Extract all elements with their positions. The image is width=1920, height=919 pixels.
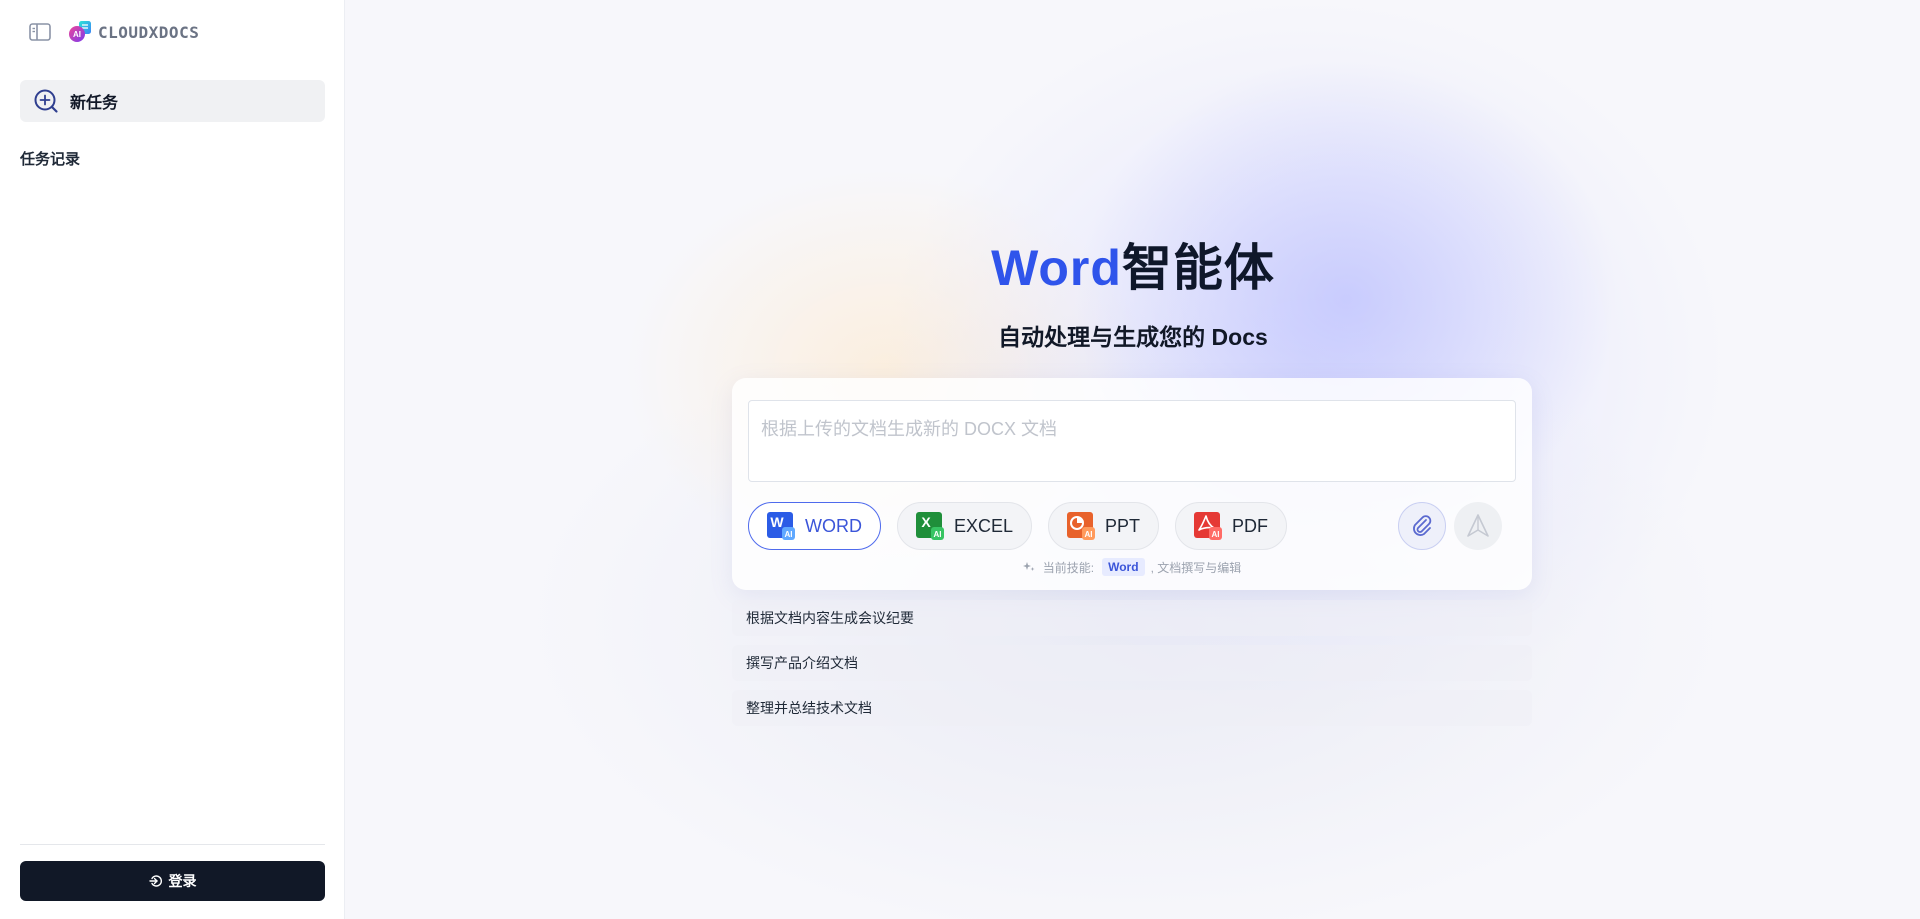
skill-pdf-button[interactable]: AI PDF — [1175, 502, 1288, 550]
suggestion-item[interactable]: 撰写产品介绍文档 — [732, 645, 1532, 681]
logo-mark-icon: AI — [69, 21, 91, 42]
send-button[interactable] — [1454, 502, 1502, 550]
login-button[interactable]: 登录 — [20, 861, 325, 901]
page-title: Word智能体 — [346, 238, 1920, 298]
word-icon: W AI — [767, 512, 795, 540]
skill-excel-button[interactable]: X AI EXCEL — [897, 502, 1033, 550]
new-task-button[interactable]: 新任务 — [20, 80, 325, 122]
skill-ppt-button[interactable]: AI PPT — [1048, 502, 1160, 550]
skill-ppt-label: PPT — [1105, 515, 1141, 536]
sidebar-divider — [20, 844, 325, 845]
suggestion-item[interactable]: 根据文档内容生成会议纪要 — [732, 600, 1532, 636]
sidebar-header: AI CLOUDXDOCS — [28, 19, 199, 45]
svg-text:AI: AI — [1212, 530, 1220, 539]
login-label: 登录 — [168, 873, 197, 889]
login-icon — [148, 875, 162, 887]
svg-text:AI: AI — [785, 530, 793, 539]
current-skill-desc: , 文档撰写与编辑 — [1150, 560, 1242, 575]
sidebar: AI CLOUDXDOCS 新任务 任务记录 登录 — [0, 0, 345, 919]
svg-text:AI: AI — [73, 30, 81, 39]
attach-file-button[interactable] — [1398, 502, 1446, 550]
current-skill-tag: Word — [1102, 558, 1145, 576]
app-root: AI CLOUDXDOCS 新任务 任务记录 登录 Word智能体 自动处理与生… — [0, 0, 1920, 919]
pdf-icon: AI — [1194, 512, 1223, 540]
page-title-rest: 智能体 — [1121, 240, 1275, 296]
paperclip-icon — [1413, 515, 1432, 536]
page-subtitle: 自动处理与生成您的 Docs — [998, 324, 1268, 350]
excel-icon: X AI — [916, 512, 944, 540]
page-title-accent: Word — [991, 240, 1122, 296]
sparkle-icon — [1022, 562, 1035, 571]
svg-text:W: W — [770, 514, 784, 530]
ppt-icon: AI — [1067, 512, 1096, 540]
suggestion-list: 根据文档内容生成会议纪要 撰写产品介绍文档 整理并总结技术文档 — [732, 600, 1532, 735]
main-content: Word智能体 自动处理与生成您的 Docs 根据上传的文档生成新的 DOCX … — [346, 0, 1920, 919]
current-skill-indicator: 当前技能: Word , 文档撰写与编辑 — [732, 558, 1532, 576]
skill-pdf-label: PDF — [1232, 515, 1269, 536]
svg-text:X: X — [921, 514, 931, 530]
skill-word-label: WORD — [805, 515, 862, 536]
suggestion-item[interactable]: 整理并总结技术文档 — [732, 690, 1532, 726]
skill-selector: W AI WORD X AI EXCEL AI PPT AI PDF — [748, 502, 1288, 550]
svg-text:AI: AI — [1085, 530, 1093, 539]
new-task-label: 新任务 — [70, 95, 119, 112]
task-history-title: 任务记录 — [20, 151, 81, 168]
skill-excel-label: EXCEL — [954, 515, 1014, 536]
sidebar-toggle-icon[interactable] — [28, 22, 52, 42]
composer-card: 根据上传的文档生成新的 DOCX 文档 W AI WORD X AI EXCEL… — [732, 378, 1532, 590]
send-icon — [1467, 514, 1489, 537]
skill-word-button[interactable]: W AI WORD — [748, 502, 881, 550]
svg-text:AI: AI — [934, 530, 942, 539]
current-skill-prefix: 当前技能: — [1042, 560, 1095, 575]
prompt-input[interactable]: 根据上传的文档生成新的 DOCX 文档 — [748, 400, 1516, 482]
logo-text: CLOUDXDOCS — [98, 22, 200, 42]
new-task-icon — [34, 89, 58, 113]
logo: AI CLOUDXDOCS — [68, 20, 199, 44]
